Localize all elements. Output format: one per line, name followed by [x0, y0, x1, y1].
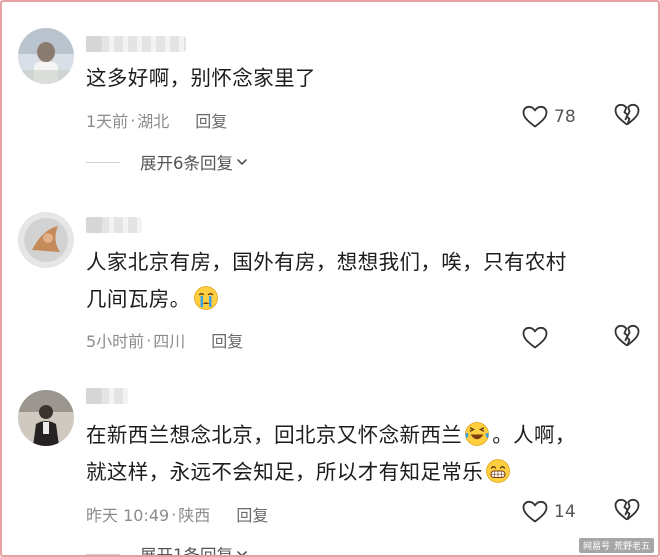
comment-text: 这多好啊，别怀念家里了 — [86, 66, 316, 90]
watermark: 网易号 荒野老五 — [578, 538, 654, 553]
expand-replies-button[interactable]: 展开1条回复 — [86, 542, 249, 557]
meta-separator: · — [130, 110, 136, 130]
comment-actions: 14 — [522, 498, 640, 526]
broken-heart-icon — [614, 324, 640, 347]
comment-text: 人家北京有房，国外有房，想想我们，唉，只有农村 几间瓦房。 — [86, 244, 636, 318]
comment-actions: 78 — [522, 103, 640, 131]
comment-text-line: 在新西兰想念北京，回北京又怀念新西兰 。人啊， — [86, 422, 576, 447]
reply-button[interactable]: 回复 — [211, 328, 243, 352]
watermark-left: 网易号 — [582, 542, 610, 552]
comment-text: 在新西兰想念北京，回北京又怀念新西兰 。人啊， 就这样，永远不会知足，所以才有知… — [86, 417, 636, 491]
laughing-tears-emoji — [465, 422, 490, 446]
comment-meta: 昨天 10:49 · 陕西 回复 — [86, 502, 268, 526]
comment-time: 昨天 10:49 — [86, 506, 170, 525]
like-button[interactable]: 78 — [522, 105, 592, 129]
username-blurred[interactable] — [86, 217, 142, 233]
dislike-button[interactable] — [614, 324, 640, 352]
like-count: 14 — [554, 502, 576, 522]
divider-line — [86, 553, 120, 555]
comment-location: 四川 — [153, 332, 186, 351]
broken-heart-icon — [614, 498, 640, 521]
comment-meta: 5小时前 · 四川 回复 — [86, 328, 243, 352]
meta-separator: · — [171, 504, 177, 524]
like-button[interactable]: 14 — [522, 500, 592, 524]
chevron-down-icon — [237, 551, 247, 555]
broken-heart-icon — [614, 103, 640, 126]
crying-face-emoji — [193, 286, 218, 310]
grinning-face-emoji — [486, 459, 511, 483]
avatar[interactable] — [18, 212, 74, 268]
comment-text-line: 人家北京有房，国外有房，想想我们，唉，只有农村 — [86, 250, 567, 274]
watermark-right: 荒野老五 — [613, 542, 650, 552]
username-blurred[interactable] — [86, 36, 186, 52]
expand-replies-label: 展开1条回复 — [140, 546, 233, 557]
comment-meta: 1天前 · 湖北 回复 — [86, 108, 227, 132]
expand-replies-button[interactable]: 展开6条回复 — [86, 150, 249, 174]
comment-actions — [522, 324, 640, 352]
heart-outline-icon — [522, 326, 548, 349]
heart-outline-icon — [522, 105, 548, 128]
username-blurred[interactable] — [86, 388, 128, 404]
like-button[interactable] — [522, 326, 592, 350]
comment-location: 陕西 — [178, 506, 211, 525]
chevron-down-icon — [237, 159, 247, 165]
comment-list: 这多好啊，别怀念家里了 1天前 · 湖北 回复 78 展开6条回复 人家北京有房… — [0, 0, 660, 557]
reply-button[interactable]: 回复 — [195, 108, 227, 132]
dislike-button[interactable] — [614, 498, 640, 526]
comment-text-line: 就这样，永远不会知足，所以才有知足常乐 — [86, 454, 636, 491]
like-count: 78 — [554, 107, 576, 127]
dislike-button[interactable] — [614, 103, 640, 131]
comment-time: 5小时前 — [86, 332, 145, 351]
comment-time: 1天前 — [86, 112, 129, 131]
heart-outline-icon — [522, 500, 548, 523]
reply-button[interactable]: 回复 — [236, 502, 268, 526]
comment-location: 湖北 — [137, 112, 170, 131]
meta-separator: · — [146, 330, 152, 350]
comment-text-line: 几间瓦房。 — [86, 281, 636, 318]
expand-replies-label: 展开6条回复 — [140, 154, 233, 173]
avatar[interactable] — [18, 28, 74, 84]
avatar[interactable] — [18, 390, 74, 446]
divider-line — [86, 161, 120, 163]
